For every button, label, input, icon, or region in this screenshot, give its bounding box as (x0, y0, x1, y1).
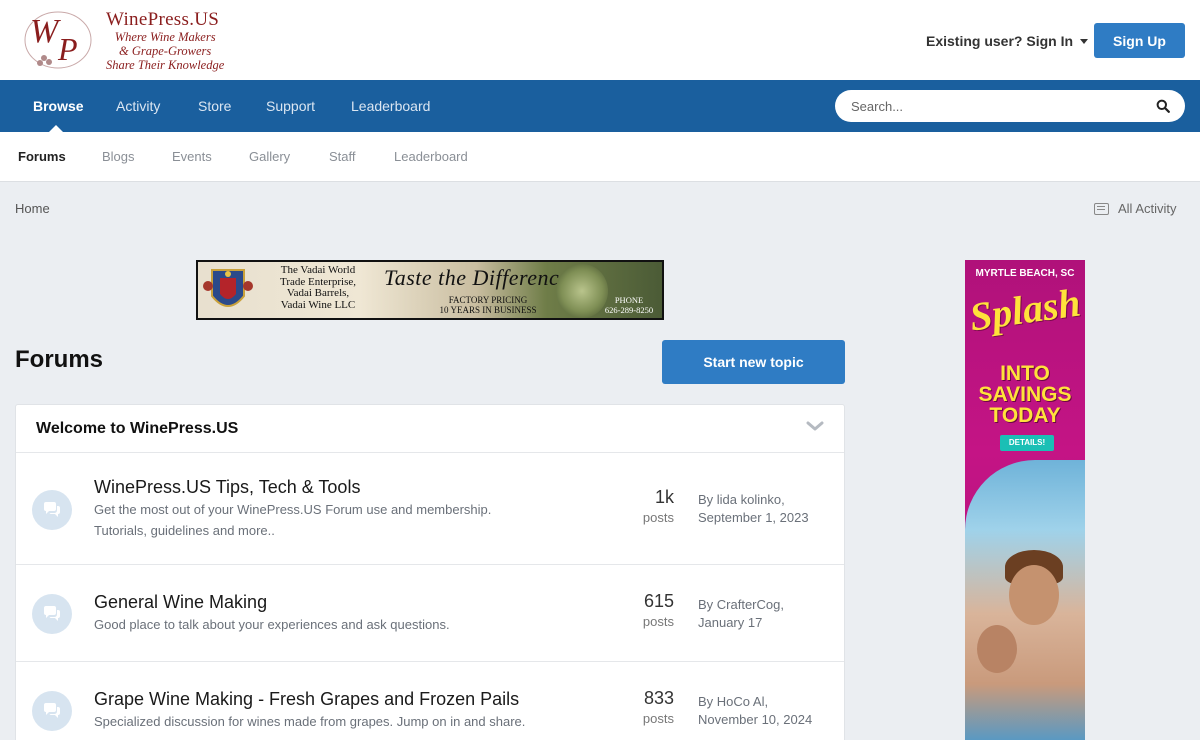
site-logo[interactable]: W P WinePress.US Where Wine Makers & Gra… (22, 8, 242, 72)
start-new-topic-button[interactable]: Start new topic (662, 340, 845, 384)
forum-title[interactable]: WinePress.US Tips, Tech & Tools (94, 477, 360, 498)
sub-nav: Forums Blogs Events Gallery Staff Leader… (0, 132, 1200, 182)
forum-last-post[interactable]: By HoCo Al, November 10, 2024 (698, 693, 812, 729)
forum-last-post[interactable]: By CrafterCog, January 17 (698, 596, 784, 632)
forum-description: Get the most out of your WinePress.US Fo… (94, 502, 492, 538)
banner-line-1: The Vadai World (280, 264, 356, 276)
logo-title: WinePress.US (106, 9, 220, 30)
breadcrumb-home[interactable]: Home (15, 201, 50, 216)
logo-monogram-icon: W P (24, 11, 92, 69)
forum-row[interactable]: Grape Wine Making - Fresh Grapes and Fro… (16, 662, 844, 740)
forum-title[interactable]: General Wine Making (94, 592, 267, 613)
ad-headline-1: INTO (1000, 362, 1050, 385)
sign-up-button[interactable]: Sign Up (1094, 23, 1185, 58)
page-title: Forums (15, 346, 104, 373)
all-activity-link[interactable]: All Activity (1094, 201, 1177, 216)
forum-description: Good place to talk about your experience… (94, 617, 450, 632)
last-post-date: January 17 (698, 615, 763, 630)
banner-slogan: Taste the Difference (384, 265, 570, 290)
forum-post-count: 833 (643, 688, 674, 708)
caret-down-icon (1080, 38, 1089, 44)
chevron-down-icon[interactable] (806, 419, 824, 433)
banner-line-4: Vadai Wine LLC (280, 298, 356, 311)
logo-tagline-2: & Grape-Growers (119, 44, 212, 58)
forum-post-label: posts (642, 510, 674, 525)
crest-icon (203, 269, 253, 307)
sidebar-ad[interactable]: MYRTLE BEACH, SC Splash INTO SAVINGS TOD… (965, 260, 1085, 740)
subnav-item-forums[interactable]: Forums (18, 132, 66, 182)
logo-tagline-3: Share Their Knowledge (106, 58, 225, 72)
forum-post-count: 1k (654, 487, 674, 507)
ad-photo-detail (1009, 565, 1059, 625)
nav-item-leaderboard[interactable]: Leaderboard (351, 80, 430, 132)
ad-photo-detail (977, 625, 1017, 673)
last-post-author[interactable]: By CrafterCog, (698, 596, 784, 614)
nav-item-support[interactable]: Support (266, 80, 315, 132)
sign-in-menu[interactable]: Existing user? Sign In (926, 33, 1089, 49)
search-input[interactable] (851, 90, 1141, 122)
forum-row[interactable]: General Wine Making Good place to talk a… (16, 565, 844, 662)
subnav-item-staff[interactable]: Staff (329, 132, 356, 182)
banner-pricing-1: FACTORY PRICING (448, 295, 528, 305)
banner-phone: 626-289-8250 (604, 305, 654, 315)
active-nav-indicator (49, 125, 63, 132)
forum-post-count: 615 (643, 591, 674, 611)
forum-category-panel: Welcome to WinePress.US WinePress.US Tip… (15, 404, 845, 740)
category-title: Welcome to WinePress.US (36, 420, 239, 437)
banner-line-3: Vadai Barrels, (286, 287, 350, 299)
subnav-item-gallery[interactable]: Gallery (249, 132, 290, 182)
ad-details-button[interactable]: DETAILS! (1000, 435, 1054, 451)
svg-text:W: W (30, 13, 61, 50)
ad-location: MYRTLE BEACH, SC (975, 268, 1075, 279)
subnav-item-blogs[interactable]: Blogs (102, 132, 135, 182)
activity-feed-icon (1094, 202, 1109, 215)
ad-splash-text: Splash (966, 279, 1084, 340)
forum-chat-icon (32, 691, 72, 731)
banner-pricing-2: 10 YEARS IN BUSINESS (439, 305, 537, 315)
ad-headline-3: TODAY (989, 404, 1061, 427)
forum-description: Specialized discussion for wines made fr… (94, 714, 526, 729)
forum-chat-icon (32, 594, 72, 634)
search-icon[interactable] (1156, 99, 1170, 113)
last-post-author[interactable]: By HoCo Al, (698, 693, 812, 711)
search-box (835, 90, 1185, 122)
site-header: W P WinePress.US Where Wine Makers & Gra… (0, 0, 1200, 80)
forum-row[interactable]: WinePress.US Tips, Tech & Tools Get the … (16, 453, 844, 565)
sign-in-label: Existing user? Sign In (926, 33, 1074, 49)
forum-title[interactable]: Grape Wine Making - Fresh Grapes and Fro… (94, 689, 519, 710)
svg-text:P: P (57, 31, 78, 67)
category-header: Welcome to WinePress.US (16, 405, 844, 453)
forum-last-post[interactable]: By lida kolinko, September 1, 2023 (698, 491, 809, 527)
ad-headline-2: SAVINGS (978, 383, 1072, 406)
logo-tagline-1: Where Wine Makers (114, 30, 216, 44)
forum-post-label: posts (642, 614, 674, 629)
all-activity-label: All Activity (1118, 201, 1177, 216)
banner-ad[interactable]: The Vadai World Trade Enterprise, Vadai … (196, 260, 664, 320)
forum-chat-icon (32, 490, 72, 530)
subnav-item-leaderboard[interactable]: Leaderboard (394, 132, 468, 182)
nav-item-store[interactable]: Store (198, 80, 231, 132)
last-post-date: November 10, 2024 (698, 712, 813, 727)
forum-post-label: posts (642, 711, 674, 726)
last-post-date: September 1, 2023 (698, 510, 809, 525)
subnav-item-events[interactable]: Events (172, 132, 212, 182)
last-post-author[interactable]: By lida kolinko, (698, 491, 809, 509)
banner-phone-label: PHONE (614, 295, 644, 305)
nav-item-activity[interactable]: Activity (116, 80, 160, 132)
